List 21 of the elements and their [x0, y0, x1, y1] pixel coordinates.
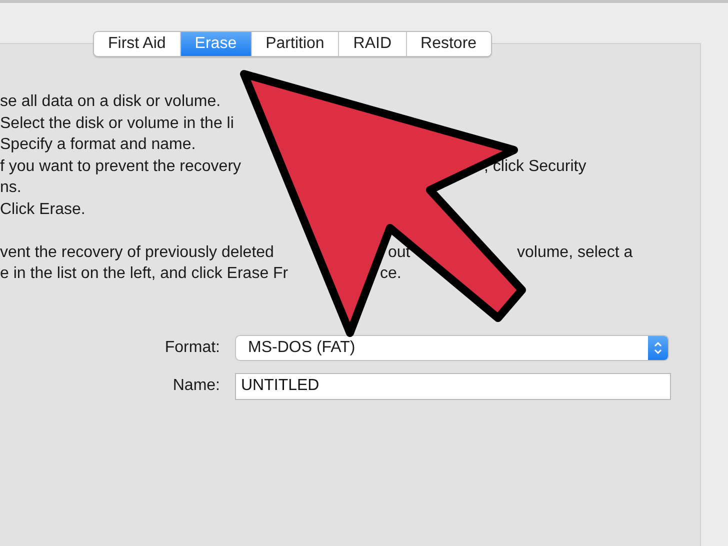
tab[interactable]: Partition [252, 32, 340, 56]
instruction-text: se all data on a disk or volume. [0, 93, 221, 110]
instruction-text: , click Security [484, 158, 586, 174]
instruction-text: e in the list on the left, and click Erase Fr [0, 265, 288, 282]
stepper-icon [648, 336, 668, 360]
instruction-text: vent the recovery of previously deleted [0, 244, 274, 260]
field-label: Name: [172, 377, 220, 395]
instruction-text: Click Erase. [0, 200, 86, 218]
tab[interactable]: Restore [406, 32, 491, 56]
format-dropdown[interactable]: MS-DOS (FAT) [235, 334, 669, 360]
instruction-text: Select the disk or volume in the li [0, 114, 234, 132]
instruction-text: ce. [380, 265, 402, 282]
instruction-text: out [388, 244, 410, 260]
tab[interactable]: RAID [339, 32, 407, 56]
name-field[interactable]: UNTITLED [235, 372, 671, 400]
instruction-text: Specify a format and name. [0, 136, 196, 153]
tab[interactable]: First Aid [94, 32, 181, 56]
field-label: Format: [164, 338, 220, 356]
instruction-text: ns. [0, 179, 22, 196]
instruction-text: f you want to prevent the recovery [0, 158, 242, 174]
instruction-text: volume, select a [517, 244, 633, 260]
